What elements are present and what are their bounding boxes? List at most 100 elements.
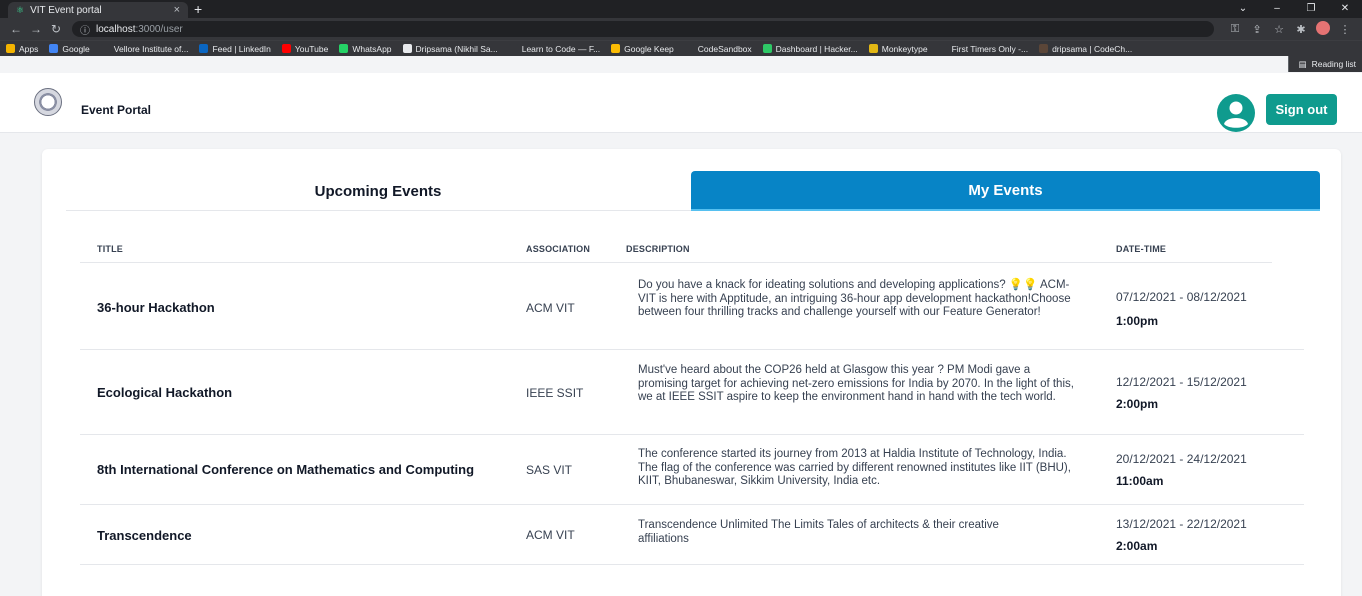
reload-icon[interactable]: ↻ (46, 22, 66, 36)
bookmark-icon (281, 44, 291, 53)
bookmark-label: dripsama | CodeCh... (1052, 43, 1133, 54)
bookmark-icon (762, 44, 772, 53)
bookmark-label: Dripsama (Nikhil Sa... (415, 43, 498, 54)
bookmark-icon (684, 44, 694, 53)
bookmark-icon (611, 44, 621, 53)
info-icon: ⓘ (80, 25, 90, 37)
star-icon[interactable]: ☆ (1268, 23, 1290, 36)
address-bar[interactable]: ⓘ localhost:3000/user (72, 21, 1214, 37)
event-association: IEEE SSIT (526, 386, 584, 400)
bookmark-icon (6, 44, 15, 53)
bookmark-label: Vellore Institute of... (113, 43, 189, 54)
browser-tab-title: VIT Event portal (30, 4, 102, 16)
event-title: 36-hour Hackathon (97, 300, 215, 315)
event-time: 2:00am (1116, 539, 1158, 553)
bookmark-icon (100, 44, 110, 53)
event-title: Transcendence (97, 528, 192, 543)
bookmarks-bar: Apps Google Vellore Institute of... Feed | … (0, 40, 1362, 56)
tab-my-events[interactable]: My Events (691, 171, 1320, 211)
event-dates: 20/12/2021 - 24/12/2021 (1116, 452, 1247, 466)
bookmark-icon (508, 44, 518, 53)
bookmark-item[interactable]: Dripsama (Nikhil Sa... (402, 43, 498, 54)
event-time: 11:00am (1116, 474, 1164, 488)
event-dates: 07/12/2021 - 08/12/2021 (1116, 290, 1247, 304)
bookmark-icon (339, 44, 349, 53)
sign-out-button[interactable]: Sign out (1266, 94, 1337, 125)
event-association: ACM VIT (526, 301, 575, 315)
menu-icon[interactable]: ⋮ (1334, 23, 1356, 36)
event-description: Must've heard about the COP26 held at Gl… (638, 364, 1074, 403)
bookmark-item[interactable]: Google (49, 43, 90, 54)
back-icon[interactable]: ← (6, 22, 26, 36)
reading-list-button[interactable]: ▤ Reading list (1287, 56, 1362, 72)
app-header: Event Portal (0, 73, 1362, 133)
bookmark-item[interactable]: Dashboard | Hacker... (762, 43, 858, 54)
event-title: 8th International Conference on Mathemat… (97, 462, 475, 477)
table-row[interactable]: 36-hour Hackathon ACM VIT Do you have a … (80, 263, 1304, 350)
event-association: ACM VIT (526, 528, 575, 542)
bookmark-item[interactable]: Learn to Code — F... (508, 44, 600, 54)
column-header-association: ASSOCIATION (526, 244, 591, 254)
bookmark-label: WhatsApp (352, 43, 392, 54)
window-controls: ⌄ – ❐ ✕ (1226, 0, 1362, 18)
url-path: :3000/user (135, 23, 183, 35)
column-header-description: DESCRIPTION (626, 244, 690, 254)
bookmark-item[interactable]: Feed | LinkedIn (199, 44, 271, 54)
table-row[interactable]: Ecological Hackathon IEEE SSIT Must've h… (80, 350, 1304, 435)
bookmark-item[interactable]: dripsama | CodeCh... (1039, 44, 1132, 54)
profile-icon[interactable] (1312, 20, 1334, 38)
event-description: Do you have a knack for ideating solutio… (638, 279, 1071, 318)
bookmark-label: Apps (19, 43, 39, 54)
event-description: The conference started its journey from … (638, 448, 1071, 487)
minimize-icon[interactable]: – (1260, 0, 1294, 18)
bookmark-label: YouTube (294, 43, 329, 54)
chevron-down-icon[interactable]: ⌄ (1226, 0, 1260, 18)
react-icon: ⚛ (16, 4, 25, 15)
bookmark-icon (938, 44, 948, 53)
bookmark-item[interactable]: First Timers Only -... (938, 44, 1028, 54)
bookmark-icon (199, 44, 209, 53)
browser-tabstrip: ⚛ VIT Event portal × + ⌄ – ❐ ✕ (0, 0, 1362, 18)
bookmark-icon (49, 44, 59, 53)
bookmark-icon (1039, 44, 1049, 53)
page-title: Event Portal (81, 103, 152, 117)
events-tabs: Upcoming Events My Events (66, 171, 1320, 211)
forward-icon[interactable]: → (26, 22, 46, 36)
bookmark-label: CodeSandbox (697, 43, 752, 54)
bookmark-item[interactable]: WhatsApp (339, 43, 392, 54)
extensions-icon[interactable]: ✱ (1290, 23, 1312, 36)
bookmark-item[interactable]: Apps (6, 44, 38, 54)
events-card: Upcoming Events My Events TITLE ASSOCIAT… (42, 149, 1341, 596)
bookmark-icon (868, 44, 878, 53)
bookmark-label: Google Keep (624, 43, 674, 54)
user-avatar-icon[interactable] (1216, 93, 1256, 133)
reading-list-icon: ▤ (1298, 58, 1307, 69)
event-dates: 12/12/2021 - 15/12/2021 (1116, 375, 1247, 389)
browser-tab[interactable]: ⚛ VIT Event portal × (8, 2, 188, 18)
column-header-title: TITLE (97, 244, 123, 254)
bookmark-item[interactable]: CodeSandbox (684, 43, 752, 54)
share-icon[interactable]: ⇪ (1246, 23, 1268, 36)
key-icon[interactable]: ⚿ (1224, 23, 1246, 36)
bookmark-item[interactable]: YouTube (281, 43, 329, 54)
bookmark-item[interactable]: Monkeytype (868, 44, 928, 54)
close-icon[interactable]: × (174, 4, 180, 16)
browser-toolbar: ← → ↻ ⓘ localhost:3000/user ⚿ ⇪ ☆ ✱ ⋮ (0, 18, 1362, 40)
close-window-icon[interactable]: ✕ (1328, 0, 1362, 18)
tab-upcoming-events[interactable]: Upcoming Events (66, 171, 690, 211)
event-dates: 13/12/2021 - 22/12/2021 (1116, 517, 1247, 531)
url-host: localhost (96, 23, 136, 35)
event-time: 1:00pm (1116, 314, 1159, 328)
event-association: SAS VIT (526, 463, 573, 477)
new-tab-button[interactable]: + (194, 1, 202, 17)
bookmark-label: Dashboard | Hacker... (775, 43, 858, 54)
event-time: 2:00pm (1116, 397, 1159, 411)
reading-list-label: Reading list (1311, 59, 1356, 69)
table-row[interactable]: 8th International Conference on Mathemat… (80, 435, 1304, 505)
bookmark-label: Google (62, 43, 90, 54)
bookmark-item[interactable]: Vellore Institute of... (100, 43, 189, 54)
vit-logo (34, 88, 62, 116)
restore-icon[interactable]: ❐ (1294, 0, 1328, 18)
table-row[interactable]: Transcendence ACM VIT Transcendence Unli… (80, 505, 1304, 565)
bookmark-item[interactable]: Google Keep (611, 44, 674, 54)
